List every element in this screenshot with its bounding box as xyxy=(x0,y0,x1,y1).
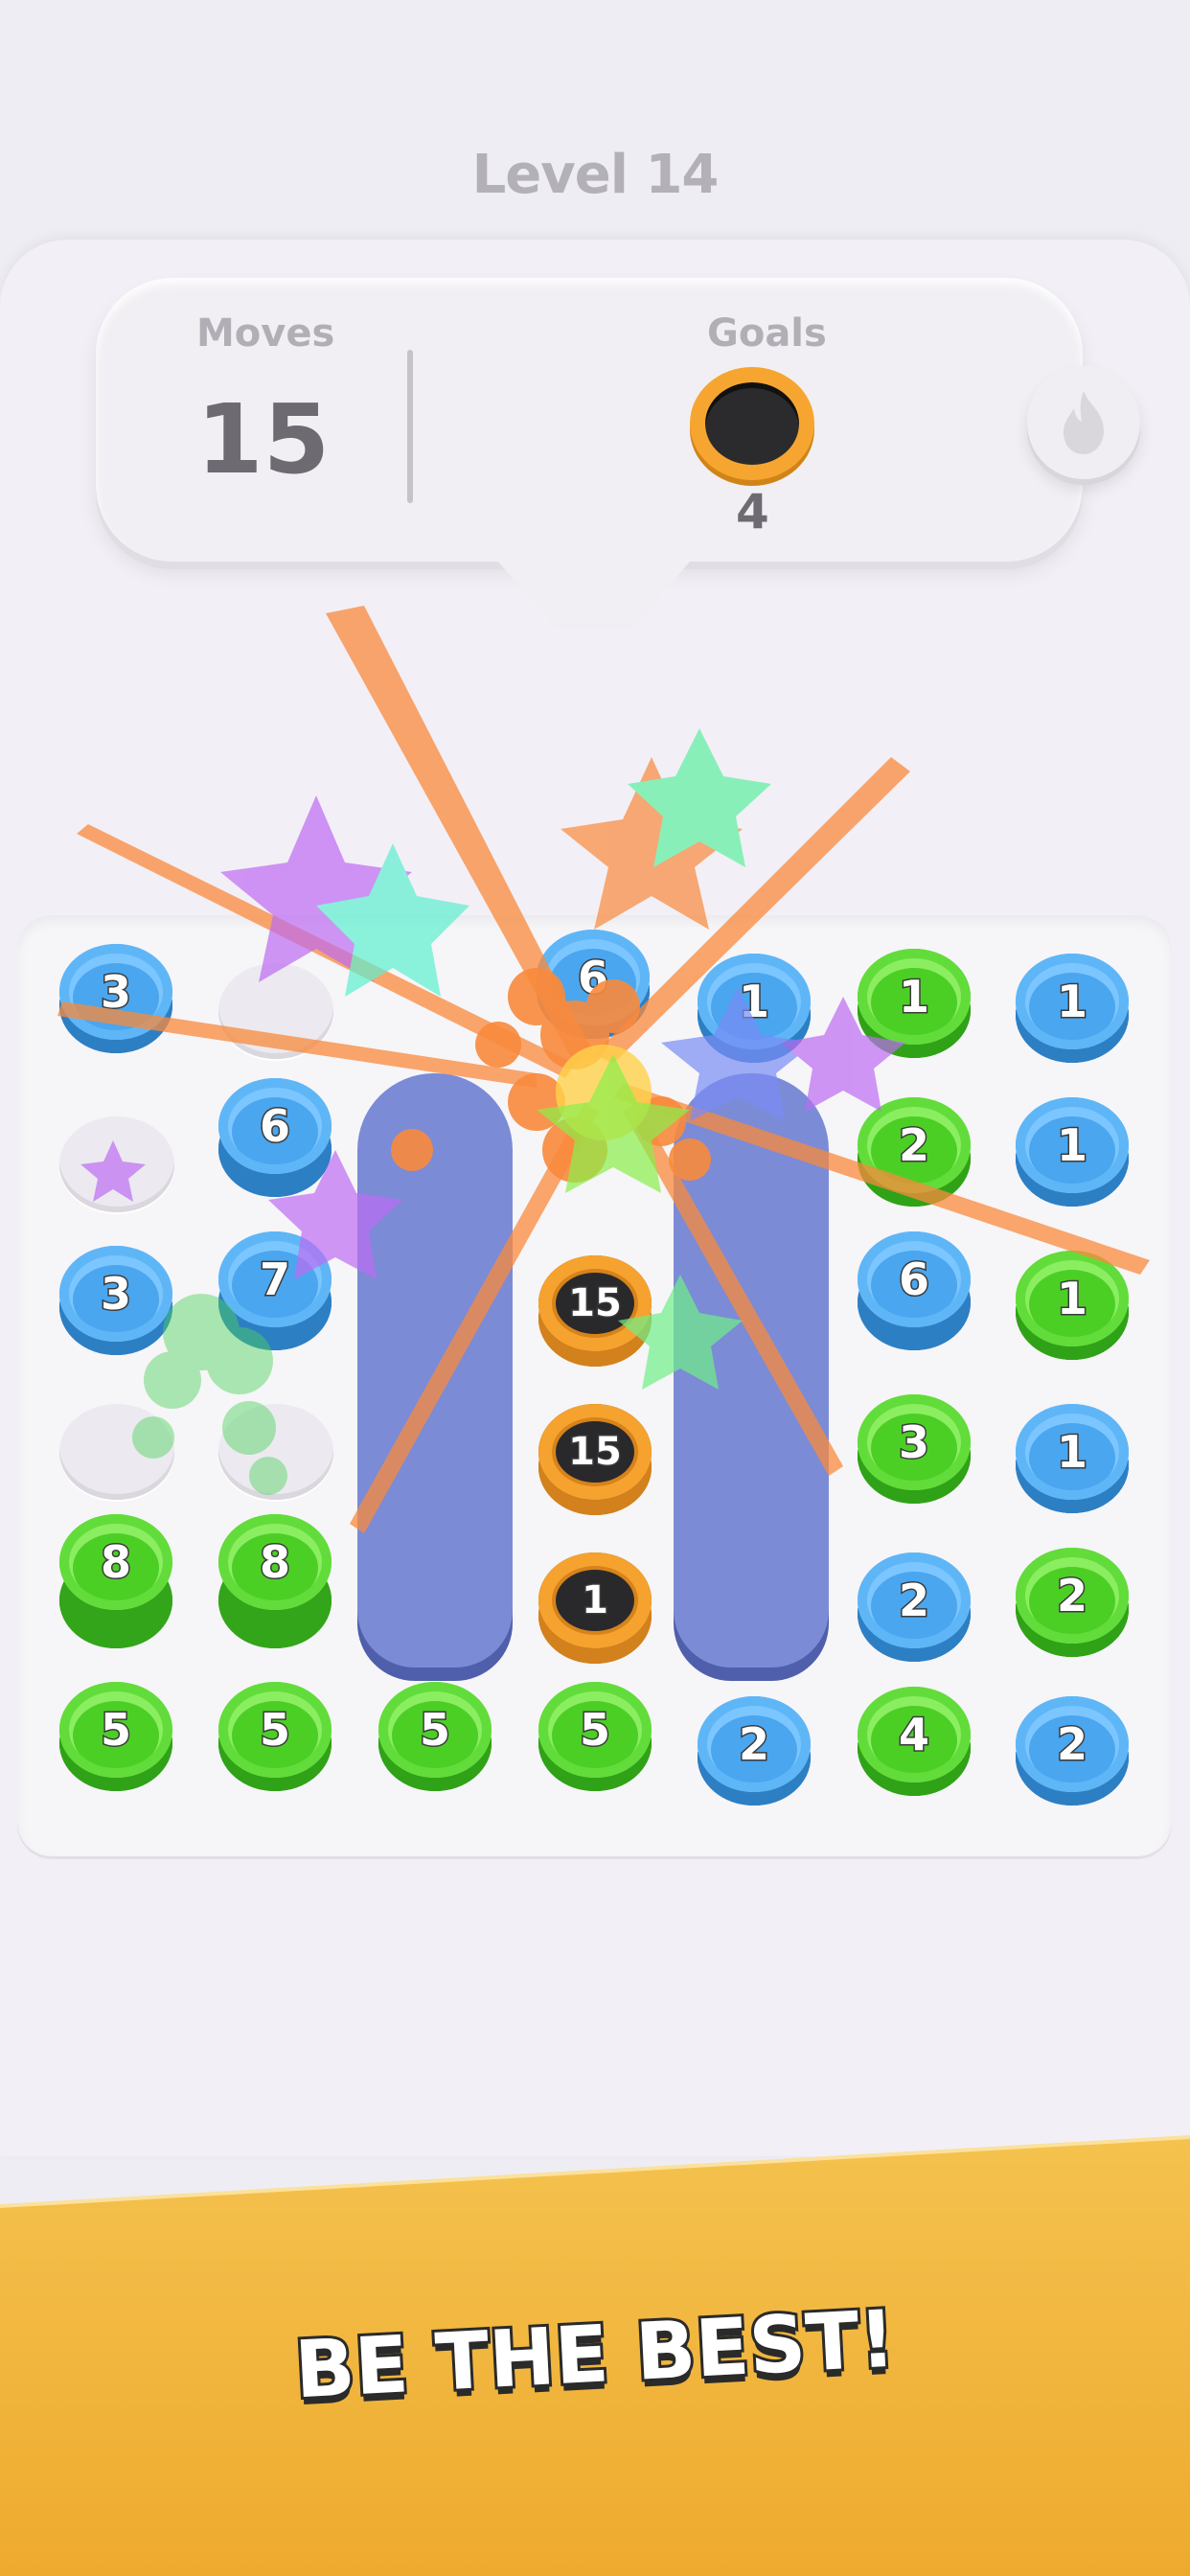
chip-number: 2 xyxy=(858,1097,971,1193)
chip-number: 6 xyxy=(218,1078,332,1174)
chip-number: 5 xyxy=(59,1682,172,1778)
goal-count: 4 xyxy=(736,484,769,540)
chip[interactable]: 1 xyxy=(1016,1404,1129,1504)
empty-slot[interactable] xyxy=(59,1404,174,1500)
chip-number: 5 xyxy=(378,1682,492,1778)
chip-number: 5 xyxy=(218,1682,332,1778)
chip[interactable]: 2 xyxy=(698,1696,811,1796)
goals-label: Goals xyxy=(707,311,827,356)
chip-number: 5 xyxy=(538,1682,652,1778)
chip[interactable]: 3 xyxy=(59,944,172,1044)
goal-chip[interactable]: 1 xyxy=(538,1552,652,1652)
stack-column-right[interactable] xyxy=(674,1073,829,1668)
chip[interactable]: 5 xyxy=(538,1682,652,1782)
chip-number: 6 xyxy=(537,930,650,1025)
chip[interactable]: 5 xyxy=(378,1682,492,1782)
chip[interactable]: 1 xyxy=(1016,1097,1129,1197)
chip-number: 8 xyxy=(218,1514,332,1610)
empty-slot[interactable] xyxy=(59,1116,174,1212)
chip[interactable]: 1 xyxy=(698,954,811,1053)
chip-number: 3 xyxy=(858,1394,971,1490)
chip[interactable]: 8 xyxy=(218,1514,332,1614)
hud-divider xyxy=(407,350,413,503)
flame-icon xyxy=(1064,391,1104,454)
chip-number: 1 xyxy=(1016,1251,1129,1346)
chip-number: 15 xyxy=(538,1255,652,1351)
chip-number: 2 xyxy=(1016,1548,1129,1644)
chip[interactable]: 3 xyxy=(59,1246,172,1346)
chip-number: 1 xyxy=(1016,1097,1129,1193)
chip-number: 2 xyxy=(858,1552,971,1648)
empty-slot[interactable] xyxy=(218,1404,333,1500)
chip-number: 2 xyxy=(1016,1696,1129,1792)
black-ring-chip-icon xyxy=(690,367,814,480)
chip-number: 1 xyxy=(698,954,811,1049)
chip[interactable]: 2 xyxy=(858,1552,971,1652)
empty-slot[interactable] xyxy=(218,963,333,1059)
stack-column-left[interactable] xyxy=(357,1073,513,1668)
level-title: Level 14 xyxy=(471,144,720,206)
moves-label: Moves xyxy=(196,311,335,356)
chip-number: 1 xyxy=(1016,954,1129,1049)
chip-number: 1 xyxy=(538,1552,652,1648)
moves-counter: 15 xyxy=(196,383,331,495)
chip[interactable]: 7 xyxy=(218,1231,332,1331)
chip-number: 2 xyxy=(698,1696,811,1792)
chip-number: 1 xyxy=(1016,1404,1129,1500)
chip-number: 4 xyxy=(858,1687,971,1782)
chip[interactable]: 3 xyxy=(858,1394,971,1494)
chip[interactable]: 6 xyxy=(537,930,650,1029)
chip[interactable]: 5 xyxy=(59,1682,172,1782)
chip[interactable]: 1 xyxy=(1016,1251,1129,1350)
chip[interactable]: 6 xyxy=(218,1078,332,1178)
chip[interactable]: 5 xyxy=(218,1682,332,1782)
goal-chip[interactable]: 15 xyxy=(538,1404,652,1504)
chip-number: 6 xyxy=(858,1231,971,1327)
chip[interactable]: 2 xyxy=(1016,1548,1129,1647)
chip-number: 7 xyxy=(218,1231,332,1327)
chip-number: 1 xyxy=(858,949,971,1045)
chip[interactable]: 2 xyxy=(858,1097,971,1197)
chip[interactable]: 8 xyxy=(59,1514,172,1614)
chip[interactable]: 6 xyxy=(858,1231,971,1331)
chip-number: 15 xyxy=(538,1404,652,1500)
chip-number: 8 xyxy=(59,1514,172,1610)
chip[interactable]: 1 xyxy=(858,949,971,1048)
chip-number: 3 xyxy=(59,944,172,1040)
goal-chip[interactable]: 15 xyxy=(538,1255,652,1355)
booster-button[interactable] xyxy=(1027,366,1140,479)
chip[interactable]: 2 xyxy=(1016,1696,1129,1796)
chip[interactable]: 4 xyxy=(858,1687,971,1786)
chip[interactable]: 1 xyxy=(1016,954,1129,1053)
chip-number: 3 xyxy=(59,1246,172,1342)
